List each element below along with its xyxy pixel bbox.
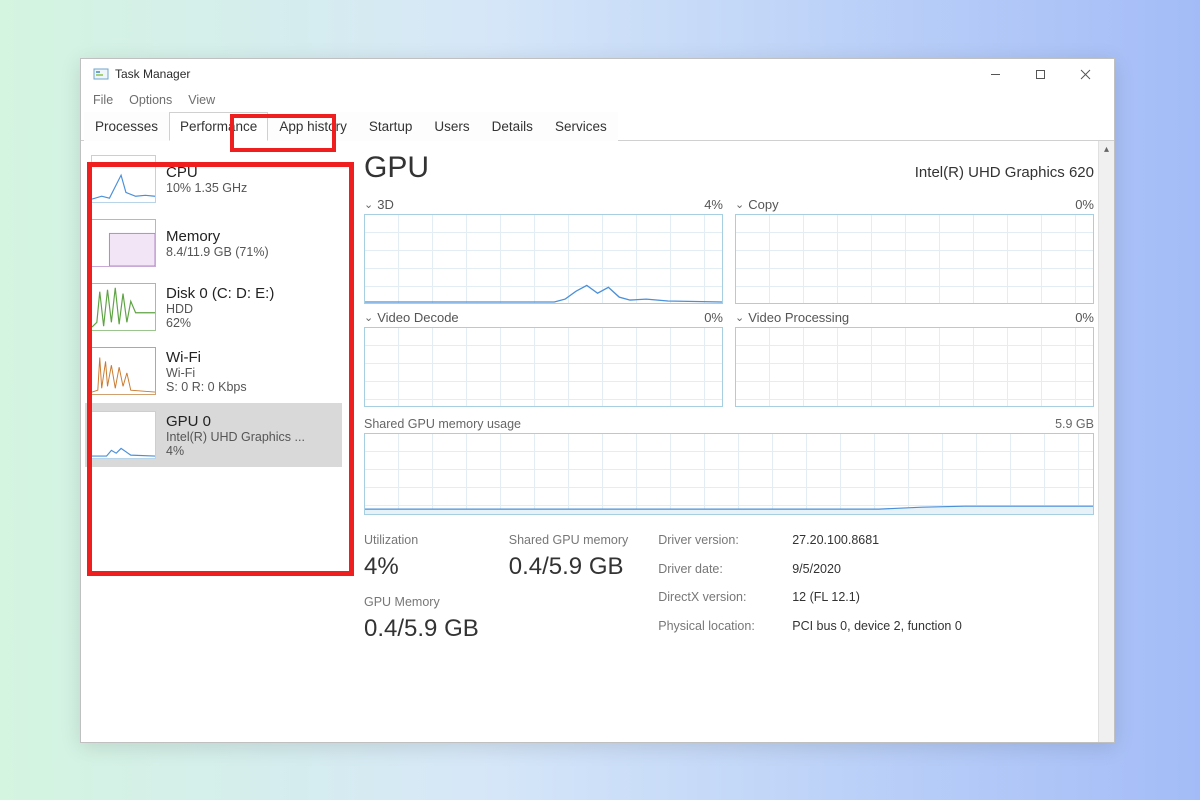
engine-graph-video-decode[interactable]: ⌄ Video Decode 0% (364, 310, 723, 407)
info-key: Physical location: (658, 619, 778, 644)
sidebar-item-wifi[interactable]: Wi-Fi Wi-Fi S: 0 R: 0 Kbps (85, 339, 342, 403)
minimize-button[interactable] (973, 60, 1018, 88)
sidebar-item-disk[interactable]: Disk 0 (C: D: E:) HDD 62% (85, 275, 342, 339)
info-val: 9/5/2020 (792, 562, 962, 587)
info-val: PCI bus 0, device 2, function 0 (792, 619, 962, 644)
sidebar-item-sub2: 62% (166, 316, 274, 330)
cpu-thumbnail-chart (91, 155, 156, 203)
vertical-scrollbar[interactable]: ▴ (1098, 141, 1114, 742)
engine-graph-3d[interactable]: ⌄ 3D 4% (364, 197, 723, 304)
graph-percent: 0% (1075, 197, 1094, 212)
gpu-memory-value: 0.4/5.9 GB (364, 615, 479, 643)
sidebar-item-cpu[interactable]: CPU 10% 1.35 GHz (85, 147, 342, 211)
gpu-info-grid: Driver version: 27.20.100.8681 Driver dat… (658, 533, 962, 643)
gpu-memory-label: GPU Memory (364, 595, 479, 609)
graph-label: 3D (377, 197, 394, 212)
tab-strip: Processes Performance App history Startu… (81, 111, 1114, 141)
sidebar-item-gpu[interactable]: GPU 0 Intel(R) UHD Graphics ... 4% (85, 403, 342, 467)
engine-graph-copy[interactable]: ⌄ Copy 0% (735, 197, 1094, 304)
sidebar-item-sub: HDD (166, 302, 274, 316)
main-panel: GPU Intel(R) UHD Graphics 620 ⌄ 3D 4% ⌄ Cop… (346, 141, 1114, 742)
tab-app-history[interactable]: App history (268, 112, 358, 141)
info-key: Driver version: (658, 533, 778, 558)
shared-memory-label: Shared GPU memory usage (364, 417, 521, 431)
sidebar-item-label: Wi-Fi (166, 349, 247, 366)
tab-users[interactable]: Users (423, 112, 480, 141)
graph-label: Copy (748, 197, 778, 212)
shared-gpu-memory-value: 0.4/5.9 GB (509, 553, 628, 581)
utilization-label: Utilization (364, 533, 479, 547)
menu-view[interactable]: View (182, 91, 221, 109)
gpu-name: Intel(R) UHD Graphics 620 (915, 164, 1094, 181)
sidebar-item-label: GPU 0 (166, 413, 305, 430)
tab-services[interactable]: Services (544, 112, 618, 141)
task-manager-window: Task Manager File Options View Processes… (80, 58, 1115, 743)
chevron-down-icon: ⌄ (735, 198, 744, 211)
gpu-thumbnail-chart (91, 411, 156, 459)
window-controls (973, 60, 1108, 88)
graph-percent: 4% (704, 197, 723, 212)
memory-thumbnail-chart (91, 219, 156, 267)
engine-graph-video-processing[interactable]: ⌄ Video Processing 0% (735, 310, 1094, 407)
menu-file[interactable]: File (87, 91, 119, 109)
sidebar-item-sub: 10% 1.35 GHz (166, 181, 247, 195)
sidebar-item-sub: Wi-Fi (166, 366, 247, 380)
sidebar-item-sub2: 4% (166, 444, 305, 458)
window-title: Task Manager (115, 67, 190, 81)
menu-bar: File Options View (81, 89, 1114, 111)
maximize-button[interactable] (1018, 60, 1063, 88)
shared-gpu-memory-label: Shared GPU memory (509, 533, 628, 547)
titlebar[interactable]: Task Manager (81, 59, 1114, 89)
shared-memory-chart[interactable] (364, 433, 1094, 515)
sidebar-item-label: Memory (166, 228, 269, 245)
tab-performance[interactable]: Performance (169, 112, 268, 141)
chevron-down-icon: ⌄ (735, 311, 744, 324)
tab-processes[interactable]: Processes (84, 112, 169, 141)
chevron-down-icon: ⌄ (364, 311, 373, 324)
shared-memory-max: 5.9 GB (1055, 417, 1094, 431)
page-title: GPU (364, 151, 429, 185)
graph-label: Video Processing (748, 310, 849, 325)
scroll-up-icon[interactable]: ▴ (1099, 141, 1114, 157)
wifi-thumbnail-chart (91, 347, 156, 395)
chevron-down-icon: ⌄ (364, 198, 373, 211)
sidebar-item-label: Disk 0 (C: D: E:) (166, 285, 274, 302)
info-val: 27.20.100.8681 (792, 533, 962, 558)
sidebar-item-label: CPU (166, 164, 247, 181)
graph-percent: 0% (704, 310, 723, 325)
sidebar-item-memory[interactable]: Memory 8.4/11.9 GB (71%) (85, 211, 342, 275)
sidebar-item-sub: Intel(R) UHD Graphics ... (166, 430, 305, 444)
graph-label: Video Decode (377, 310, 458, 325)
info-key: Driver date: (658, 562, 778, 587)
info-key: DirectX version: (658, 590, 778, 615)
app-icon (93, 66, 109, 82)
sidebar-item-sub2: S: 0 R: 0 Kbps (166, 380, 247, 394)
tab-details[interactable]: Details (481, 112, 544, 141)
menu-options[interactable]: Options (123, 91, 178, 109)
close-button[interactable] (1063, 60, 1108, 88)
stats-grid: Utilization 4% GPU Memory 0.4/5.9 GB Sha… (364, 533, 1094, 643)
performance-sidebar: CPU 10% 1.35 GHz Memory 8.4/11.9 GB (71%… (81, 141, 346, 742)
info-val: 12 (FL 12.1) (792, 590, 962, 615)
graph-percent: 0% (1075, 310, 1094, 325)
tab-startup[interactable]: Startup (358, 112, 424, 141)
content-area: CPU 10% 1.35 GHz Memory 8.4/11.9 GB (71%… (81, 141, 1114, 742)
sidebar-item-sub: 8.4/11.9 GB (71%) (166, 245, 269, 259)
disk-thumbnail-chart (91, 283, 156, 331)
utilization-value: 4% (364, 553, 479, 581)
